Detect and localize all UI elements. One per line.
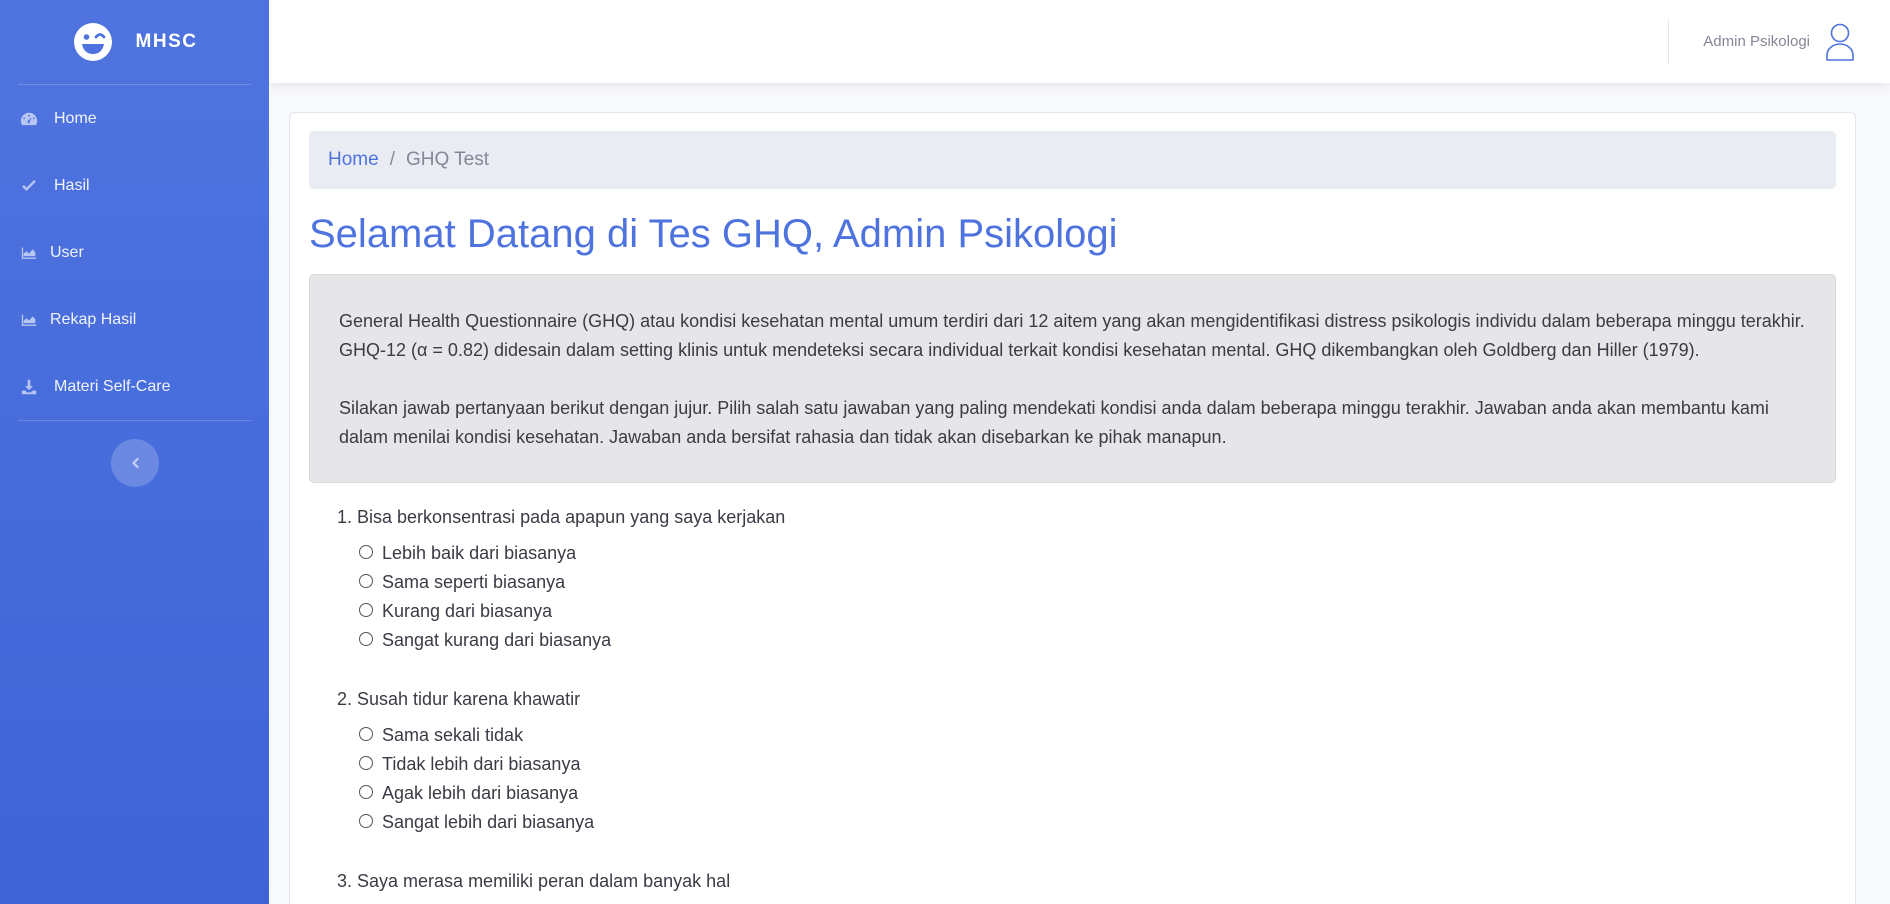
answer-radio[interactable]	[359, 755, 373, 770]
breadcrumb-separator: /	[389, 149, 395, 170]
question-item: 3. Saya merasa memiliki peran dalam bany…	[337, 871, 1836, 892]
user-name[interactable]: Admin Psikologi	[1703, 33, 1810, 50]
answer-option[interactable]: Sangat lebih dari biasanya	[357, 808, 1836, 837]
sidebar-item-label: Materi Self-Care	[54, 377, 171, 395]
answer-radio[interactable]	[359, 813, 373, 828]
answer-radio[interactable]	[359, 602, 373, 617]
answer-label: Sama sekali tidak	[382, 725, 524, 745]
sidebar-item-user[interactable]: User	[0, 219, 269, 286]
answer-options: Sama sekali tidak Tidak lebih dari biasa…	[337, 721, 1836, 837]
intro-paragraph: Silakan jawab pertanyaan berikut dengan …	[339, 398, 1769, 447]
intro-box: General Health Questionnaire (GHQ) atau …	[309, 274, 1836, 483]
sidebar-item-rekap-hasil[interactable]: Rekap Hasil	[0, 286, 269, 353]
question-item: 1. Bisa berkonsentrasi pada apapun yang …	[337, 507, 1836, 655]
intro-paragraph: General Health Questionnaire (GHQ) atau …	[339, 311, 1805, 360]
sidebar-item-label: Rekap Hasil	[50, 310, 137, 328]
page-title: Selamat Datang di Tes GHQ, Admin Psikolo…	[309, 212, 1118, 256]
tachometer-icon	[20, 110, 38, 128]
check-icon	[20, 177, 38, 195]
topbar-divider	[1668, 18, 1670, 65]
sidebar-toggle-button[interactable]	[110, 439, 159, 487]
chevron-left-icon	[131, 457, 139, 469]
answer-radio[interactable]	[359, 784, 373, 799]
answer-label: Sama seperti biasanya	[382, 572, 566, 592]
answer-option[interactable]: Kurang dari biasanya	[357, 597, 1836, 626]
questionnaire: 1. Bisa berkonsentrasi pada apapun yang …	[309, 483, 1836, 892]
laugh-wink-icon	[73, 23, 112, 61]
answer-radio[interactable]	[359, 544, 373, 559]
sidebar-item-home[interactable]: Home	[0, 85, 269, 152]
answer-option[interactable]: Tidak lebih dari biasanya	[357, 750, 1836, 779]
answer-radio[interactable]	[359, 573, 373, 588]
sidebar-item-materi-self-care[interactable]: Materi Self-Care	[0, 353, 269, 420]
answer-radio[interactable]	[359, 631, 373, 646]
breadcrumb-home-link[interactable]: Home	[328, 149, 379, 171]
content: Home / GHQ Test Selamat Datang di Tes GH…	[269, 83, 1890, 904]
main-card: Home / GHQ Test Selamat Datang di Tes GH…	[289, 112, 1856, 904]
question-text: 2. Susah tidur karena khawatir	[337, 689, 581, 709]
answer-label: Tidak lebih dari biasanya	[382, 754, 581, 774]
breadcrumb: Home / GHQ Test	[309, 131, 1836, 189]
topbar: Admin Psikologi	[269, 0, 1890, 83]
answer-option[interactable]: Sama seperti biasanya	[357, 568, 1836, 597]
sidebar-item-label: User	[50, 243, 84, 261]
app: MHSC Home Hasil User Rekap Hasil Materi …	[0, 0, 1890, 904]
chart-area-icon	[20, 311, 38, 329]
question-text: 1. Bisa berkonsentrasi pada apapun yang …	[337, 507, 786, 527]
sidebar-item-hasil[interactable]: Hasil	[0, 152, 269, 219]
download-icon	[20, 378, 38, 396]
sidebar: MHSC Home Hasil User Rekap Hasil Materi …	[0, 0, 269, 904]
answer-option[interactable]: Sangat kurang dari biasanya	[357, 626, 1836, 655]
chart-area-icon	[20, 244, 38, 262]
answer-option[interactable]: Agak lebih dari biasanya	[357, 779, 1836, 808]
sidebar-toggle-wrap	[0, 421, 269, 487]
breadcrumb-current: GHQ Test	[405, 149, 490, 170]
user-icon[interactable]	[1824, 22, 1856, 62]
question-item: 2. Susah tidur karena khawatir Sama seka…	[337, 689, 1836, 837]
sidebar-item-label: Home	[54, 109, 97, 127]
answer-radio[interactable]	[359, 726, 373, 741]
answer-option[interactable]: Sama sekali tidak	[357, 721, 1836, 750]
answer-label: Sangat lebih dari biasanya	[382, 812, 595, 832]
brand-link[interactable]: MHSC	[0, 0, 269, 84]
answer-label: Lebih baik dari biasanya	[382, 543, 577, 563]
answer-label: Agak lebih dari biasanya	[382, 783, 579, 803]
answer-label: Kurang dari biasanya	[382, 601, 553, 621]
brand-name: MHSC	[135, 31, 198, 52]
answer-options: Lebih baik dari biasanya Sama seperti bi…	[337, 539, 1836, 655]
sidebar-item-label: Hasil	[54, 176, 90, 194]
question-text: 3. Saya merasa memiliki peran dalam bany…	[337, 871, 731, 891]
answer-option[interactable]: Lebih baik dari biasanya	[357, 539, 1836, 568]
answer-label: Sangat kurang dari biasanya	[382, 630, 612, 650]
main: Admin Psikologi Home / GHQ Test Selamat …	[269, 0, 1890, 904]
